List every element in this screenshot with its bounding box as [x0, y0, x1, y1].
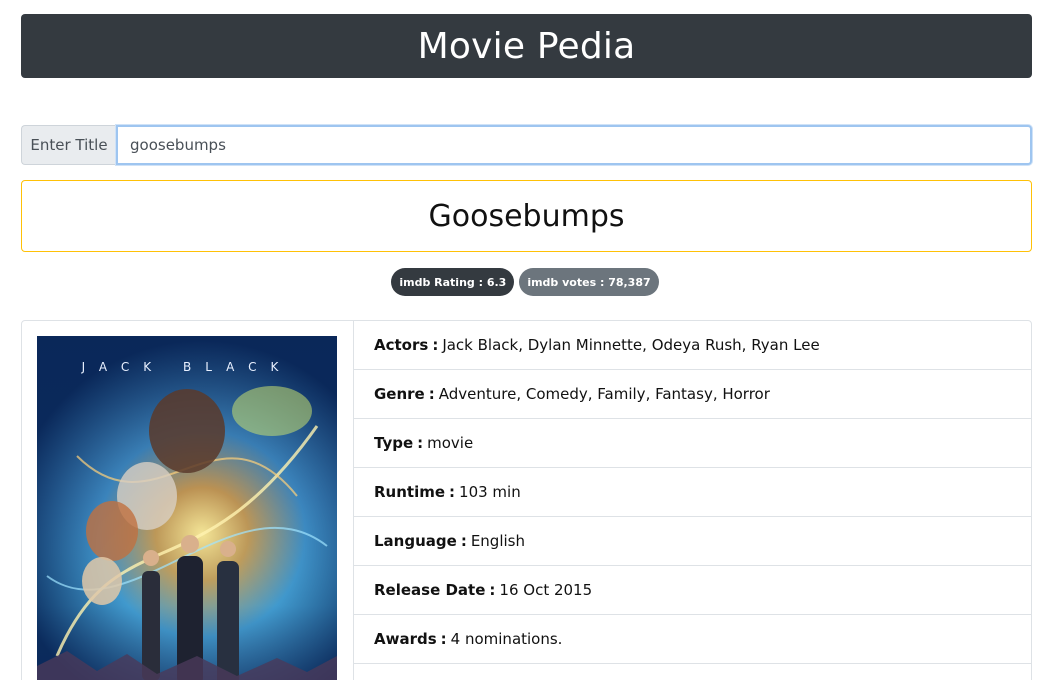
detail-row-runtime: Runtime:103 min [354, 468, 1031, 517]
detail-value: Jack Black, Dylan Minnette, Odeya Rush, … [442, 336, 820, 354]
app-title: Movie Pedia [417, 25, 636, 67]
detail-value: English [470, 532, 525, 550]
detail-label: Release Date [374, 581, 486, 599]
detail-row-awards: Awards:4 nominations. [354, 615, 1031, 664]
title-search-input[interactable] [116, 125, 1032, 165]
detail-value: 103 min [459, 483, 521, 501]
detail-label: Language [374, 532, 457, 550]
detail-label: Actors [374, 336, 429, 354]
search-label: Enter Title [21, 125, 116, 165]
detail-label: Awards [374, 630, 437, 648]
detail-value: Adventure, Comedy, Family, Fantasy, Horr… [438, 385, 770, 403]
detail-row-genre: Genre: Adventure, Comedy, Family, Fantasy… [354, 370, 1031, 419]
detail-row-language: Language: English [354, 517, 1031, 566]
movie-poster: JACK BLACK [37, 336, 337, 680]
detail-value: movie [427, 434, 474, 452]
poster-artwork [37, 386, 337, 680]
detail-row-release-date: Release Date:16 Oct 2015 [354, 566, 1031, 615]
poster-actor-text: JACK BLACK [81, 360, 293, 374]
movie-title: Goosebumps [428, 198, 625, 234]
app-header: Movie Pedia [21, 14, 1032, 78]
detail-value: 4 nominations. [450, 630, 563, 648]
detail-label: Type [374, 434, 414, 452]
title-search-group: Enter Title [21, 125, 1032, 165]
detail-label: Genre [374, 385, 425, 403]
rating-badges: imdb Rating : 6.3 imdb votes : 78,387 [0, 268, 1050, 296]
detail-row-actors: Actors: Jack Black, Dylan Minnette, Odeya… [354, 321, 1031, 370]
poster-container: JACK BLACK [22, 321, 354, 680]
movie-details-card: JACK BLACK Actors: Jack Black, Dylan Minn… [21, 320, 1032, 680]
detail-value: 16 Oct 2015 [499, 581, 593, 599]
movie-details-list: Actors: Jack Black, Dylan Minnette, Odeya… [354, 321, 1031, 680]
detail-row-type: Type: movie [354, 419, 1031, 468]
imdb-rating-badge: imdb Rating : 6.3 [391, 268, 515, 296]
imdb-votes-badge: imdb votes : 78,387 [519, 268, 659, 296]
movie-title-card: Goosebumps [21, 180, 1032, 252]
detail-label: Runtime [374, 483, 446, 501]
